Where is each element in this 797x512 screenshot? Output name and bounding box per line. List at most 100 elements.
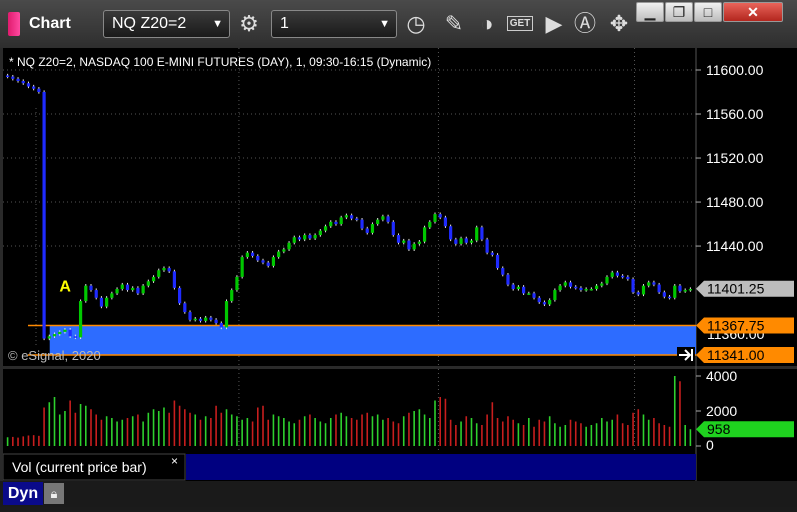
candle-body	[610, 272, 614, 277]
candle-body	[636, 292, 640, 295]
candle-body	[131, 287, 135, 291]
candle-body	[32, 86, 36, 89]
candle-body	[73, 336, 77, 338]
chevron-down-icon[interactable]: ▼	[379, 11, 390, 37]
candle-body	[386, 216, 390, 222]
candle-body	[219, 323, 223, 328]
candle-body	[662, 292, 666, 297]
chart-svg[interactable]: 11440.00 11480.00 11520.00 11560.00 11600.00…	[2, 48, 797, 507]
candle-body	[89, 285, 93, 291]
candle-body	[381, 216, 385, 220]
candle-body	[63, 329, 67, 332]
last-price-label: 11401.25	[707, 281, 765, 297]
close-icon[interactable]: ✕	[723, 2, 783, 22]
volume-tick-label: 2000	[706, 403, 737, 419]
candle-body	[480, 227, 484, 240]
candle-body	[490, 252, 494, 255]
candle-body	[339, 217, 343, 225]
candle-body	[542, 302, 547, 305]
candle-body	[94, 290, 98, 298]
lock-icon[interactable]: 🔒︎	[44, 483, 64, 504]
volume-legend-close-icon[interactable]: ×	[171, 454, 178, 468]
candle-body	[417, 241, 421, 244]
candle-body	[370, 224, 375, 233]
candle-body	[188, 312, 192, 320]
candle-body	[318, 230, 322, 236]
current-volume-label: 958	[707, 421, 731, 437]
pencil-icon[interactable]: ✎	[439, 9, 469, 39]
gear-icon[interactable]: ⚙	[234, 9, 264, 39]
candle-body	[647, 282, 651, 286]
candle-body	[443, 217, 448, 227]
volume-legend-label: Vol (current price bar)	[12, 459, 147, 475]
candle-body	[172, 271, 176, 288]
candle-body	[485, 239, 489, 253]
alert-icon[interactable]: Ⓐ	[570, 9, 600, 39]
candle-body	[250, 252, 255, 256]
candle-body	[277, 251, 281, 258]
candle-body	[402, 240, 406, 243]
symbol-input[interactable]: NQ Z20=2 ▼	[103, 10, 230, 38]
chart-watermark: © eSignal, 2020	[8, 348, 101, 363]
candle-body	[329, 221, 333, 227]
candle-body	[574, 286, 578, 289]
app-label: Chart	[29, 15, 71, 32]
minimize-icon[interactable]: ▁	[636, 2, 664, 22]
candle-body	[178, 287, 182, 304]
studies-icon[interactable]: ◑	[472, 9, 502, 39]
candle-body	[350, 215, 354, 219]
candle-body	[245, 252, 249, 258]
candle-body	[157, 270, 161, 277]
volume-tick-label: 0	[706, 437, 714, 453]
dyn-button[interactable]: Dyn	[3, 482, 43, 505]
volume-legend-fill	[186, 454, 696, 480]
symbol-value: NQ Z20=2	[112, 15, 187, 32]
jump-to-end-icon[interactable]	[677, 347, 695, 363]
restore-icon[interactable]: ❐	[665, 2, 693, 22]
candle-body	[105, 297, 109, 307]
candle-body	[183, 303, 187, 313]
candle-body	[657, 284, 661, 293]
candle-body	[558, 285, 562, 291]
candle-body	[334, 221, 338, 225]
candle-body	[110, 293, 114, 298]
candle-body	[344, 215, 348, 218]
candle-body	[313, 235, 317, 239]
cursor-icon[interactable]: ✥	[604, 9, 634, 39]
candle-body	[422, 227, 427, 242]
maximize-icon[interactable]: □	[694, 2, 722, 22]
candle-body	[209, 317, 213, 320]
candle-body	[464, 238, 468, 243]
candle-body	[230, 290, 234, 302]
candle-body	[120, 284, 124, 289]
candle-body	[21, 81, 25, 84]
chart-area[interactable]: 11440.00 11480.00 11520.00 11560.00 11600.00…	[2, 48, 797, 507]
candle-body	[454, 239, 458, 244]
candle-body	[641, 285, 646, 295]
interval-value: 1	[280, 15, 289, 32]
candle-body	[391, 221, 395, 236]
interval-input[interactable]: 1 ▼	[271, 10, 397, 38]
get-icon[interactable]: GET	[505, 9, 535, 39]
candle-body	[240, 257, 244, 277]
panel-separator	[3, 366, 797, 369]
candle-body	[6, 75, 10, 78]
candle-body	[621, 275, 625, 278]
candle-body	[297, 237, 302, 240]
candle-body	[58, 331, 62, 335]
candle-body	[125, 284, 130, 291]
candle-body	[115, 288, 119, 294]
lower-level-label: 11341.00	[707, 347, 765, 363]
dyn-label: Dyn	[7, 485, 39, 502]
candle-body	[433, 214, 437, 222]
price-tick-label: 11600.00	[706, 62, 764, 78]
candle-body	[589, 288, 593, 291]
candle-body	[198, 318, 203, 321]
play-icon[interactable]: ▶	[539, 9, 569, 39]
candle-body	[11, 76, 15, 79]
clock-icon[interactable]: ◷	[401, 9, 431, 39]
annotation-label: A	[59, 278, 71, 295]
chevron-down-icon[interactable]: ▼	[212, 11, 223, 37]
candle-body	[282, 249, 286, 252]
candle-body	[548, 299, 552, 305]
